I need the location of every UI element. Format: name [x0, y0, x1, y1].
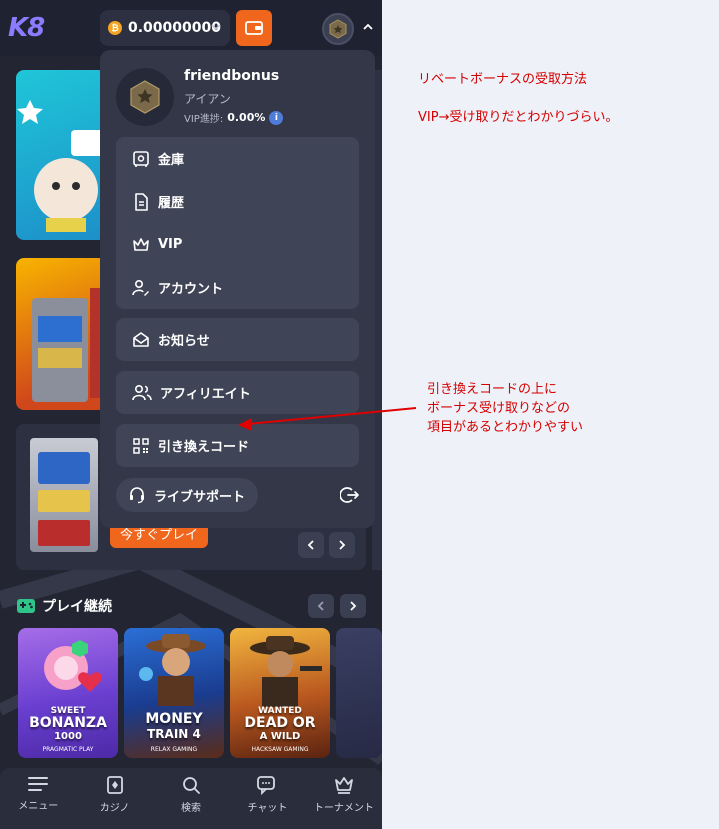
slot-machine-image [30, 438, 98, 552]
menu-label: VIP [158, 237, 183, 252]
vault-icon [133, 150, 149, 167]
slot-screen [38, 452, 90, 484]
slot-reels [38, 490, 90, 512]
nav-menu-label: メニュー [18, 801, 59, 812]
section-title-text: プレイ継続 [42, 599, 112, 615]
user-dropdown-menu: friendbonus アイアン VIP進捗: 0.00% i 金庫 履歴 VI… [100, 50, 375, 528]
chevron-right-icon [350, 601, 357, 611]
chevron-left-icon [317, 601, 324, 611]
menu-label: お知らせ [158, 334, 210, 349]
nav-search[interactable]: 検索 [153, 768, 229, 829]
vip-progress: VIP進捗: 0.00% i [184, 110, 284, 125]
nav-tournament-label: トーナメント [313, 803, 374, 814]
document-icon [135, 192, 148, 211]
slot-art [32, 288, 106, 402]
menu-item-history[interactable]: 履歴 [116, 180, 359, 223]
game-title: WANTED DEAD OR A WILD [244, 706, 316, 742]
game-tile-sweet-bonanza[interactable]: SWEET BONANZA 1000 PRAGMATIC PLAY [18, 628, 118, 758]
rank-badge-icon [130, 80, 160, 114]
annotation-vip-note: VIP→受け取りだとわかりづらい。 [418, 110, 619, 125]
profile-rank: アイアン [184, 92, 231, 106]
wallet-icon [245, 21, 263, 35]
annotation-arrow [238, 407, 417, 431]
headset-icon [130, 487, 144, 504]
info-icon[interactable]: i [269, 110, 284, 125]
live-support-button[interactable]: ライブサポート [116, 478, 258, 512]
nav-chat[interactable]: チャット [229, 768, 305, 829]
menu-label: 履歴 [158, 196, 185, 211]
chat-icon [257, 776, 276, 795]
slot-base [38, 520, 90, 546]
section-continue-playing: プレイ継続 [16, 596, 112, 616]
menu-group-account: 金庫 履歴 VIP アカウント [116, 137, 359, 309]
annotation-line: 引き換えコードの上に [427, 382, 558, 397]
promo-art [17, 100, 106, 232]
bitcoin-icon: ₿ [108, 21, 122, 35]
game-provider: HACKSAW GAMING [251, 746, 309, 753]
annotation-title: リベートボーナスの受取方法 [418, 72, 588, 87]
game-provider: RELAX GAMING [150, 746, 198, 753]
rank-badge-icon [329, 19, 347, 39]
wallet-button[interactable] [236, 10, 272, 46]
profile-avatar [116, 68, 174, 126]
trophy-icon [334, 777, 353, 794]
logout-button[interactable] [338, 483, 362, 507]
game-tile-wanted-dead-or-a-wild[interactable]: WANTED DEAD OR A WILD HACKSAW GAMING [230, 628, 330, 758]
menu-item-vip[interactable]: VIP [116, 223, 359, 266]
promo-banner-1[interactable] [16, 70, 106, 240]
annotation-line: ボーナス受け取りなどの [427, 401, 571, 416]
menu-item-account[interactable]: アカウント [116, 266, 359, 309]
profile-username: friendbonus [184, 68, 280, 84]
live-support-label: ライブサポート [154, 489, 246, 505]
games-prev-button[interactable] [308, 594, 334, 618]
crown-icon [133, 237, 149, 251]
balance-selector[interactable]: ₿ 0.00000000 [100, 10, 230, 46]
user-edit-icon [132, 279, 149, 296]
qr-code-icon [133, 437, 149, 454]
nav-casino-label: カジノ [99, 803, 130, 814]
cowboy-art [139, 634, 206, 706]
user-avatar-button[interactable] [322, 13, 354, 45]
menu-icon [28, 777, 49, 791]
casino-icon [106, 776, 123, 794]
game-tile-partial[interactable] [336, 628, 382, 758]
logout-icon [340, 487, 359, 503]
promo-banner-2[interactable] [16, 258, 106, 410]
balance-amount: 0.00000000 [128, 20, 221, 36]
nav-menu[interactable]: メニュー [0, 768, 76, 829]
game-provider: PRAGMATIC PLAY [42, 746, 94, 753]
top-bar: K8 ₿ 0.00000000 [0, 0, 382, 56]
vip-progress-value: 0.00% [227, 111, 266, 124]
annotation-suggestion: 引き換えコードの上に ボーナス受け取りなどの 項目があるとわかりやすい [427, 380, 583, 437]
candy-art [44, 640, 102, 692]
game-tile-money-train[interactable]: MONEY TRAIN 4 RELAX GAMING [124, 628, 224, 758]
users-icon [132, 384, 152, 400]
menu-label: 金庫 [158, 153, 185, 168]
nav-tournament[interactable]: トーナメント [306, 768, 382, 829]
chevron-down-icon [211, 24, 221, 31]
nav-casino[interactable]: カジノ [76, 768, 152, 829]
game-title: MONEY TRAIN 4 [145, 711, 203, 742]
nav-search-label: 検索 [181, 803, 202, 814]
menu-item-vault[interactable]: 金庫 [116, 137, 359, 180]
outlaw-art [250, 636, 322, 707]
game-title: SWEET BONANZA 1000 [29, 706, 107, 742]
banner-prev-button[interactable] [298, 532, 324, 558]
vip-progress-label: VIP進捗: [184, 114, 224, 125]
site-logo[interactable]: K8 [8, 13, 45, 43]
search-icon [183, 777, 200, 794]
banner-next-button[interactable] [329, 532, 355, 558]
envelope-icon [133, 331, 149, 347]
chevron-up-icon[interactable] [362, 22, 374, 32]
chevron-left-icon [307, 540, 314, 550]
game-controller-icon [17, 599, 35, 613]
nav-chat-label: チャット [247, 803, 288, 814]
annotation-line: 項目があるとわかりやすい [427, 420, 584, 435]
menu-group-notices: お知らせ [116, 318, 359, 361]
bottom-navigation: メニュー カジノ 検索 チャット トーナメント [0, 768, 382, 829]
chevron-right-icon [339, 540, 346, 550]
menu-label: アカウント [158, 282, 224, 297]
games-next-button[interactable] [340, 594, 366, 618]
menu-item-notices[interactable]: お知らせ [116, 318, 359, 361]
